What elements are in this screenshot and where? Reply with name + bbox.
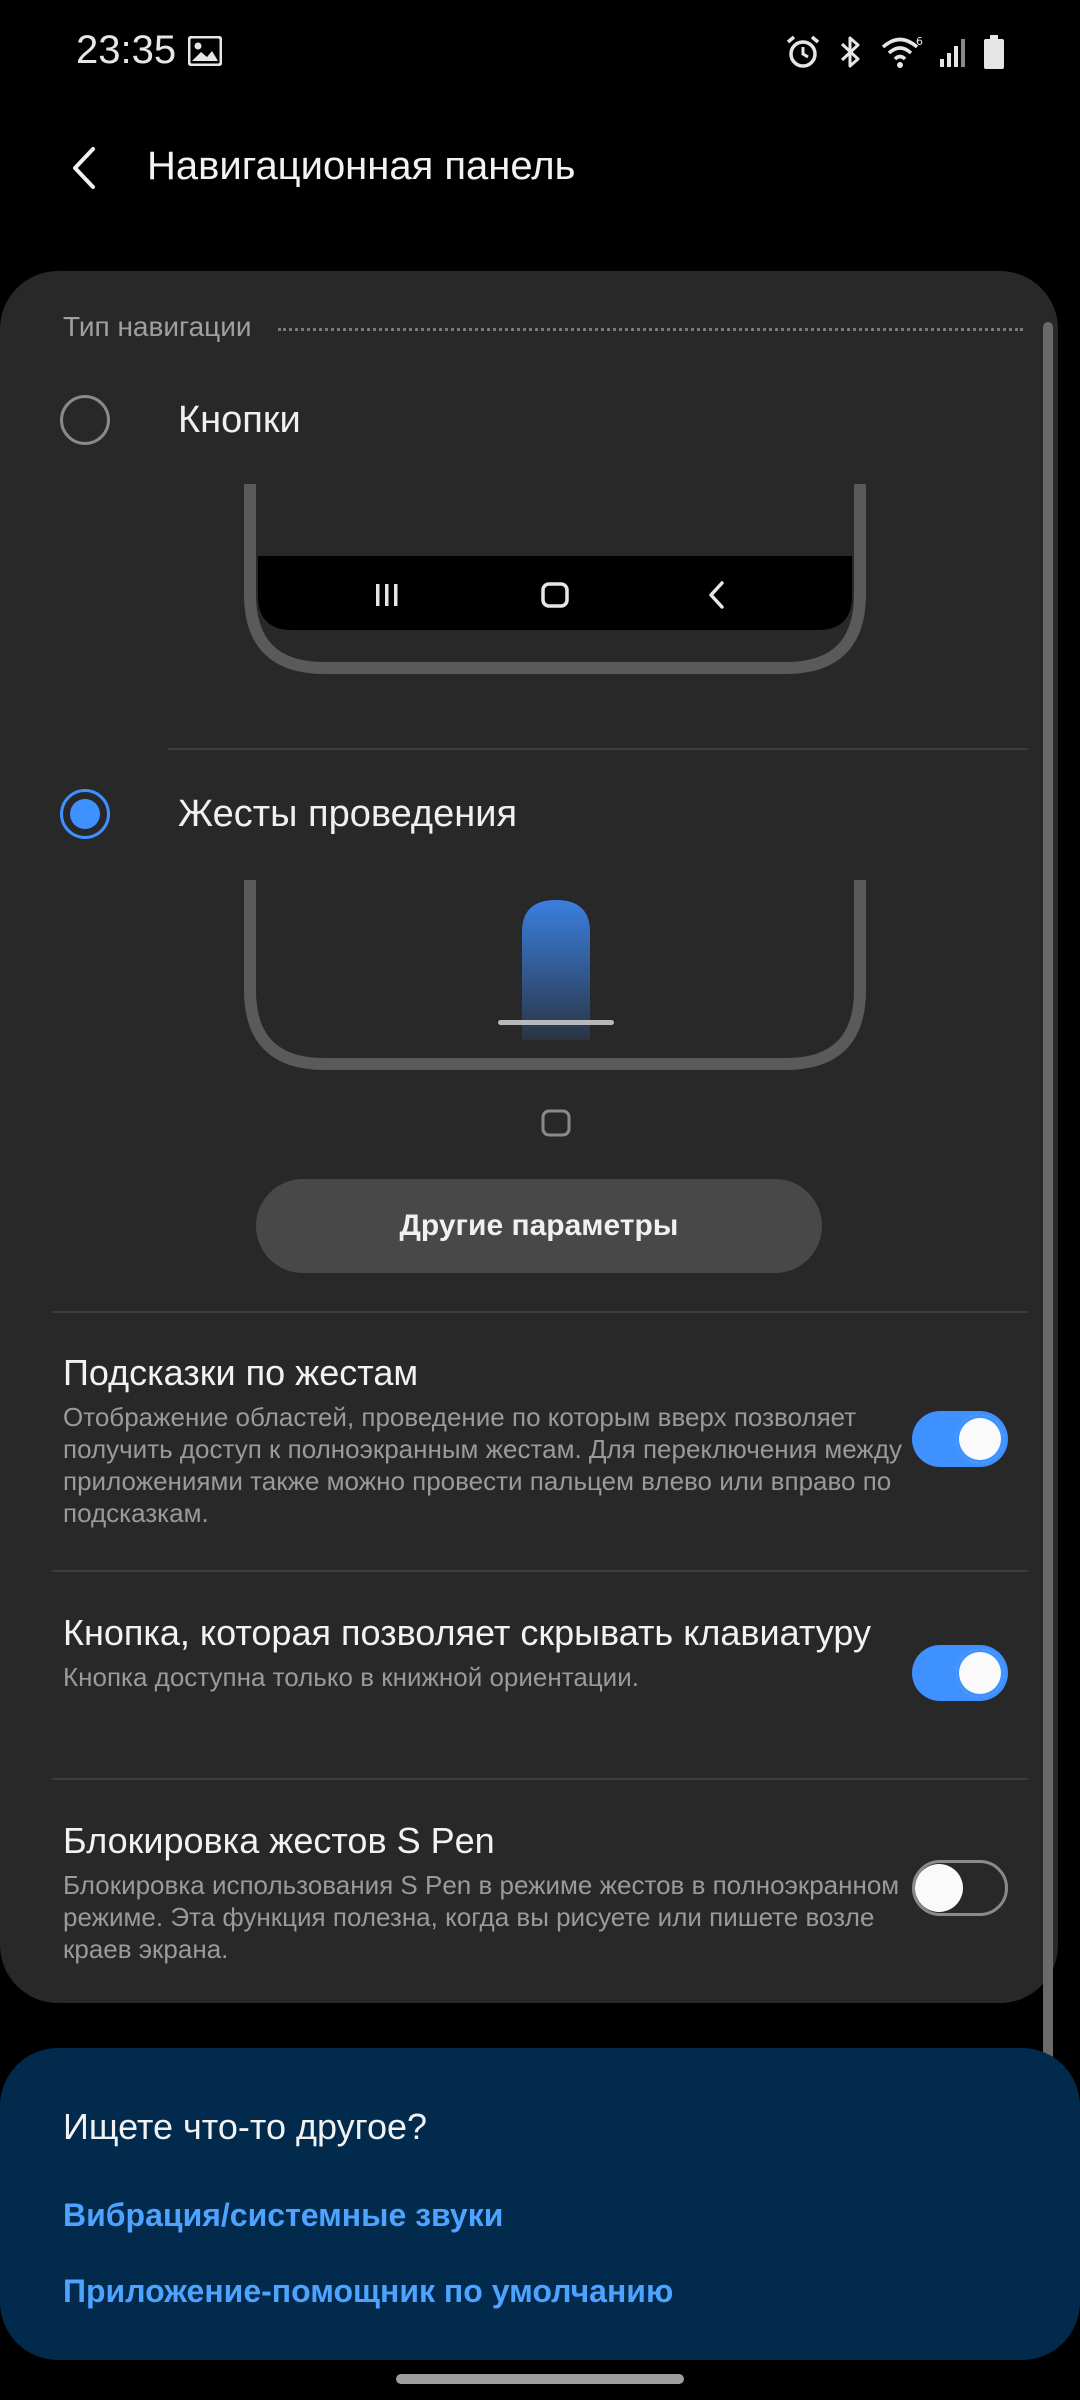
suggestion-link-default-assistant[interactable]: Приложение-помощник по умолчанию — [63, 2273, 673, 2310]
nav-option-buttons[interactable]: Кнопки — [0, 365, 1058, 475]
setting-description: Отображение областей, проведение по кото… — [63, 1402, 902, 1528]
app-header: Навигационная панель — [0, 110, 1080, 230]
gestures-preview-illustration[interactable] — [244, 880, 866, 1080]
page-title: Навигационная панель — [147, 144, 576, 188]
nav-option-buttons-label: Кнопки — [178, 398, 301, 441]
status-bar: 23:35 6 — [0, 0, 1080, 110]
setting-spen-gesture-lock[interactable]: Блокировка жестов S Pen Блокировка испол… — [63, 1819, 913, 1965]
divider — [52, 1778, 1028, 1780]
wifi-icon: 6 — [881, 35, 923, 68]
home-indicator[interactable] — [396, 2374, 684, 2384]
radio-buttons[interactable] — [60, 395, 110, 445]
page-indicator-icon — [541, 1109, 571, 1137]
setting-title: Блокировка жестов S Pen — [63, 1820, 495, 1861]
bluetooth-icon — [840, 36, 860, 68]
setting-hide-keyboard-button[interactable]: Кнопка, которая позволяет скрывать клави… — [63, 1611, 913, 1693]
toggle-gesture-hints[interactable] — [912, 1411, 1008, 1467]
settings-card: Тип навигации Кнопки Жесты проведения Др… — [0, 271, 1058, 2003]
divider — [168, 748, 1028, 750]
toggle-knob — [956, 1649, 1004, 1697]
status-icons: 6 — [784, 30, 1006, 74]
recent-apps-icon — [376, 584, 398, 606]
back-button[interactable] — [54, 138, 114, 198]
divider — [52, 1570, 1028, 1572]
buttons-preview-illustration[interactable] — [244, 484, 866, 674]
nav-option-gestures-label: Жесты проведения — [178, 792, 518, 835]
status-clock: 23:35 — [76, 28, 177, 72]
gallery-icon — [188, 36, 222, 66]
signal-icon — [940, 39, 965, 67]
suggestions-title: Ищете что-то другое? — [63, 2106, 428, 2147]
section-divider — [277, 327, 1023, 331]
alarm-icon — [786, 35, 820, 68]
setting-title: Подсказки по жестам — [63, 1352, 419, 1393]
setting-gesture-hints[interactable]: Подсказки по жестам Отображение областей… — [63, 1351, 913, 1529]
divider — [52, 1311, 1028, 1313]
suggestions-card: Ищете что-то другое? Вибрация/системные … — [0, 2048, 1080, 2360]
gesture-hint-bar — [498, 1020, 614, 1025]
section-header-label: Тип навигации — [63, 311, 252, 342]
wifi-badge: 6 — [916, 35, 923, 48]
toggle-knob — [915, 1864, 963, 1912]
toggle-spen-gesture-lock[interactable] — [912, 1860, 1008, 1916]
toggle-hide-keyboard-button[interactable] — [912, 1645, 1008, 1701]
section-header-navigation-type: Тип навигации — [63, 307, 1023, 347]
toggle-knob — [956, 1415, 1004, 1463]
swipe-finger-icon — [522, 900, 590, 1040]
setting-description: Кнопка доступна только в книжной ориента… — [63, 1662, 639, 1692]
other-params-button[interactable]: Другие параметры — [256, 1179, 822, 1273]
suggestion-link-vibration[interactable]: Вибрация/системные звуки — [63, 2197, 503, 2234]
battery-icon — [984, 35, 1004, 69]
radio-gestures[interactable] — [60, 789, 110, 839]
chevron-left-icon — [73, 147, 95, 189]
setting-title: Кнопка, которая позволяет скрывать клави… — [63, 1612, 871, 1653]
nav-option-gestures[interactable]: Жесты проведения — [0, 759, 1058, 869]
setting-description: Блокировка использования S Pen в режиме … — [63, 1870, 900, 1964]
scrollbar[interactable] — [1043, 322, 1053, 2230]
